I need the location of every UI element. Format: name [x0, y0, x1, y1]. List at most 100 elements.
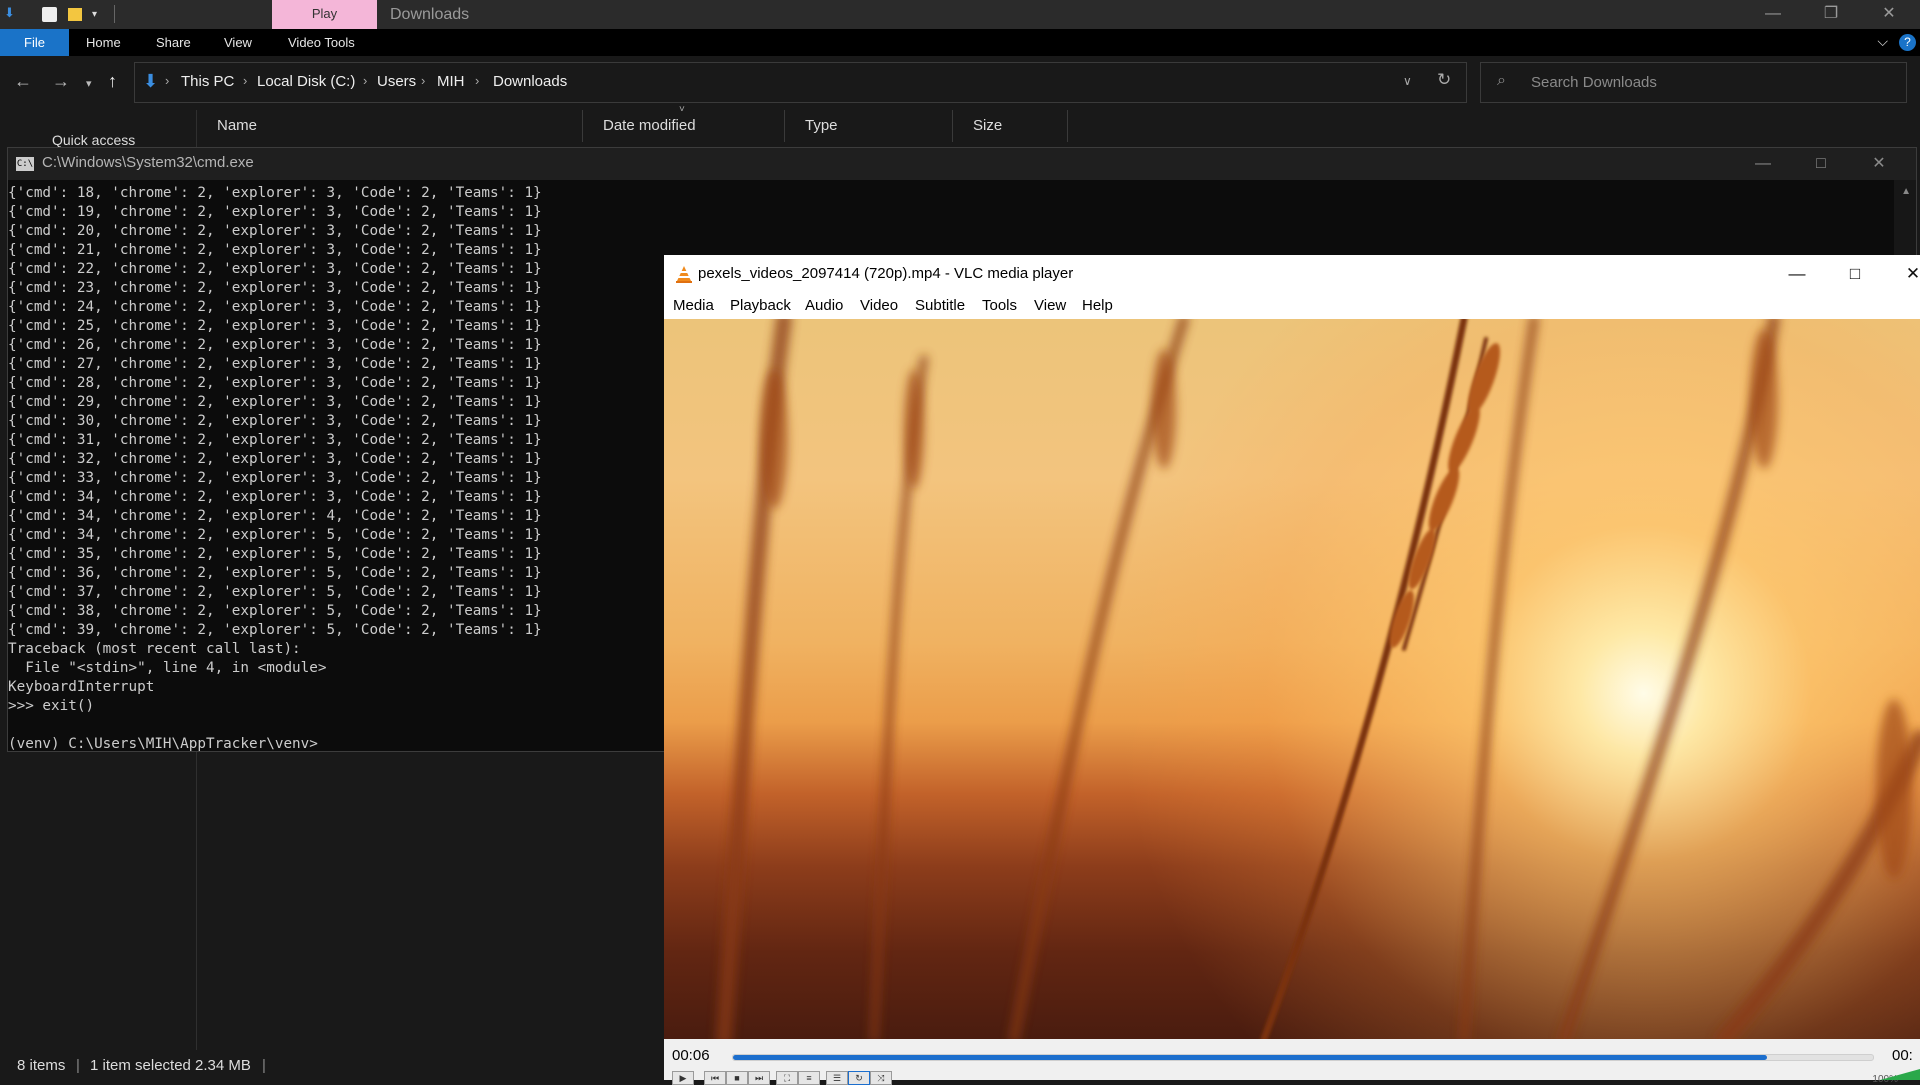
up-icon[interactable]: ↑: [108, 71, 117, 92]
tab-home[interactable]: Home: [72, 29, 135, 56]
console-line: {'cmd': 19, 'chrome': 2, 'explorer': 3, …: [8, 204, 542, 220]
breadcrumb-local-disk[interactable]: Local Disk (C:): [257, 73, 355, 90]
status-divider: |: [262, 1057, 266, 1074]
column-size[interactable]: Size: [953, 110, 1068, 142]
search-box[interactable]: ⌕ Search Downloads: [1480, 62, 1907, 103]
menu-media[interactable]: Media: [673, 297, 714, 314]
console-line: {'cmd': 39, 'chrome': 2, 'explorer': 5, …: [8, 622, 542, 638]
close-icon[interactable]: ✕: [1854, 150, 1904, 178]
refresh-icon[interactable]: ↻: [1437, 70, 1451, 90]
seek-bar[interactable]: [732, 1054, 1874, 1061]
address-bar[interactable]: ⬇ › This PC › Local Disk (C:) › Users › …: [134, 62, 1467, 103]
extended-settings-icon[interactable]: ≡: [798, 1071, 820, 1085]
next-icon[interactable]: ⏭: [748, 1071, 770, 1085]
play-icon[interactable]: ▶: [672, 1071, 694, 1085]
console-line: >>> exit(): [8, 698, 95, 714]
console-line: {'cmd': 34, 'chrome': 2, 'explorer': 3, …: [8, 489, 542, 505]
console-line: {'cmd': 34, 'chrome': 2, 'explorer': 4, …: [8, 508, 542, 524]
stop-icon[interactable]: ■: [726, 1071, 748, 1085]
play-context-tab[interactable]: Play: [272, 0, 377, 29]
help-icon[interactable]: ?: [1899, 34, 1916, 51]
breadcrumb-mih[interactable]: MIH: [437, 73, 465, 90]
close-icon[interactable]: ✕: [1860, 0, 1918, 29]
vlc-window[interactable]: pexels_videos_2097414 (720p).mp4 - VLC m…: [664, 255, 1920, 1085]
explorer-titlebar: ⬇ ▾ Play Downloads — ❐ ✕: [0, 0, 1920, 29]
console-line: Traceback (most recent call last):: [8, 641, 301, 657]
minimize-icon[interactable]: —: [1768, 255, 1826, 293]
menu-playback[interactable]: Playback: [730, 297, 791, 314]
breadcrumb-separator: ›: [475, 73, 480, 88]
fullscreen-icon[interactable]: ⛶: [776, 1071, 798, 1085]
quick-access[interactable]: Quick access: [52, 132, 135, 148]
tab-file[interactable]: File: [0, 29, 69, 56]
console-line: {'cmd': 29, 'chrome': 2, 'explorer': 3, …: [8, 394, 542, 410]
tab-share[interactable]: Share: [142, 29, 205, 56]
maximize-icon[interactable]: □: [1796, 150, 1846, 178]
minimize-icon[interactable]: —: [1744, 0, 1802, 29]
video-area[interactable]: [664, 319, 1920, 1039]
playlist-icon[interactable]: ☰: [826, 1071, 848, 1085]
console-line: {'cmd': 23, 'chrome': 2, 'explorer': 3, …: [8, 280, 542, 296]
customize-qat-icon[interactable]: ▾: [92, 9, 97, 20]
search-placeholder: Search Downloads: [1531, 74, 1657, 91]
console-line: {'cmd': 30, 'chrome': 2, 'explorer': 3, …: [8, 413, 542, 429]
console-line: {'cmd': 31, 'chrome': 2, 'explorer': 3, …: [8, 432, 542, 448]
console-line: File "<stdin>", line 4, in <module>: [8, 660, 327, 676]
breadcrumb-users[interactable]: Users: [377, 73, 416, 90]
minimize-icon[interactable]: —: [1738, 150, 1788, 178]
scroll-up-icon[interactable]: ▲: [1901, 186, 1911, 197]
console-line: {'cmd': 32, 'chrome': 2, 'explorer': 3, …: [8, 451, 542, 467]
restore-icon[interactable]: ❐: [1802, 0, 1860, 29]
console-output[interactable]: {'cmd': 18, 'chrome': 2, 'explorer': 3, …: [8, 184, 658, 752]
expand-ribbon-icon[interactable]: ⌵: [1877, 33, 1888, 50]
video-frame-grass: [716, 319, 1920, 1039]
sort-indicator-icon: ˅: [679, 104, 685, 115]
previous-icon[interactable]: ⏮: [704, 1071, 726, 1085]
console-line: {'cmd': 18, 'chrome': 2, 'explorer': 3, …: [8, 185, 542, 201]
maximize-icon[interactable]: □: [1826, 255, 1884, 293]
menu-tools[interactable]: Tools: [982, 297, 1017, 314]
console-line: {'cmd': 25, 'chrome': 2, 'explorer': 3, …: [8, 318, 542, 334]
explorer-title: Downloads: [390, 6, 470, 23]
column-type[interactable]: Type: [785, 110, 953, 142]
seek-progress: [733, 1055, 1767, 1060]
cmd-titlebar[interactable]: C:\ C:\Windows\System32\cmd.exe — □ ✕: [8, 148, 1916, 180]
close-icon[interactable]: ✕: [1884, 255, 1920, 293]
forward-icon[interactable]: →: [52, 71, 70, 92]
menu-video[interactable]: Video: [860, 297, 898, 314]
qat-divider: [114, 5, 115, 23]
console-line: {'cmd': 33, 'chrome': 2, 'explorer': 3, …: [8, 470, 542, 486]
back-icon[interactable]: ←: [14, 71, 32, 92]
console-icon: C:\: [16, 157, 34, 171]
loop-icon[interactable]: ↻: [848, 1071, 870, 1085]
tab-view[interactable]: View: [210, 29, 266, 56]
address-history-icon[interactable]: ∨: [1403, 74, 1412, 88]
console-line: {'cmd': 24, 'chrome': 2, 'explorer': 3, …: [8, 299, 542, 315]
breadcrumb-this-pc[interactable]: This PC: [181, 73, 234, 90]
console-line: (venv) C:\Users\MIH\AppTracker\venv>: [8, 736, 318, 752]
properties-icon[interactable]: [42, 7, 57, 22]
vlc-titlebar[interactable]: pexels_videos_2097414 (720p).mp4 - VLC m…: [664, 255, 1920, 293]
menu-audio[interactable]: Audio: [805, 297, 843, 314]
menu-subtitle[interactable]: Subtitle: [915, 297, 965, 314]
menu-view[interactable]: View: [1034, 297, 1066, 314]
column-name[interactable]: Name: [197, 110, 583, 142]
item-count: 8 items: [17, 1057, 66, 1074]
new-folder-icon[interactable]: [68, 8, 82, 21]
status-divider: |: [76, 1057, 80, 1074]
console-line: {'cmd': 38, 'chrome': 2, 'explorer': 5, …: [8, 603, 542, 619]
breadcrumb-separator: ›: [165, 73, 170, 88]
tab-video-tools[interactable]: Video Tools: [274, 29, 369, 56]
breadcrumb-downloads[interactable]: Downloads: [493, 73, 567, 90]
down-arrow-icon[interactable]: ⬇: [4, 5, 15, 21]
menu-help[interactable]: Help: [1082, 297, 1113, 314]
shuffle-icon[interactable]: ⤨: [870, 1071, 892, 1085]
recent-locations-icon[interactable]: ▾: [86, 77, 92, 90]
breadcrumb-separator: ›: [243, 73, 248, 88]
console-line: {'cmd': 26, 'chrome': 2, 'explorer': 3, …: [8, 337, 542, 353]
console-line: {'cmd': 37, 'chrome': 2, 'explorer': 5, …: [8, 584, 542, 600]
search-icon: ⌕: [1497, 72, 1506, 89]
volume-slider[interactable]: [1880, 1069, 1920, 1080]
console-line: {'cmd': 27, 'chrome': 2, 'explorer': 3, …: [8, 356, 542, 372]
